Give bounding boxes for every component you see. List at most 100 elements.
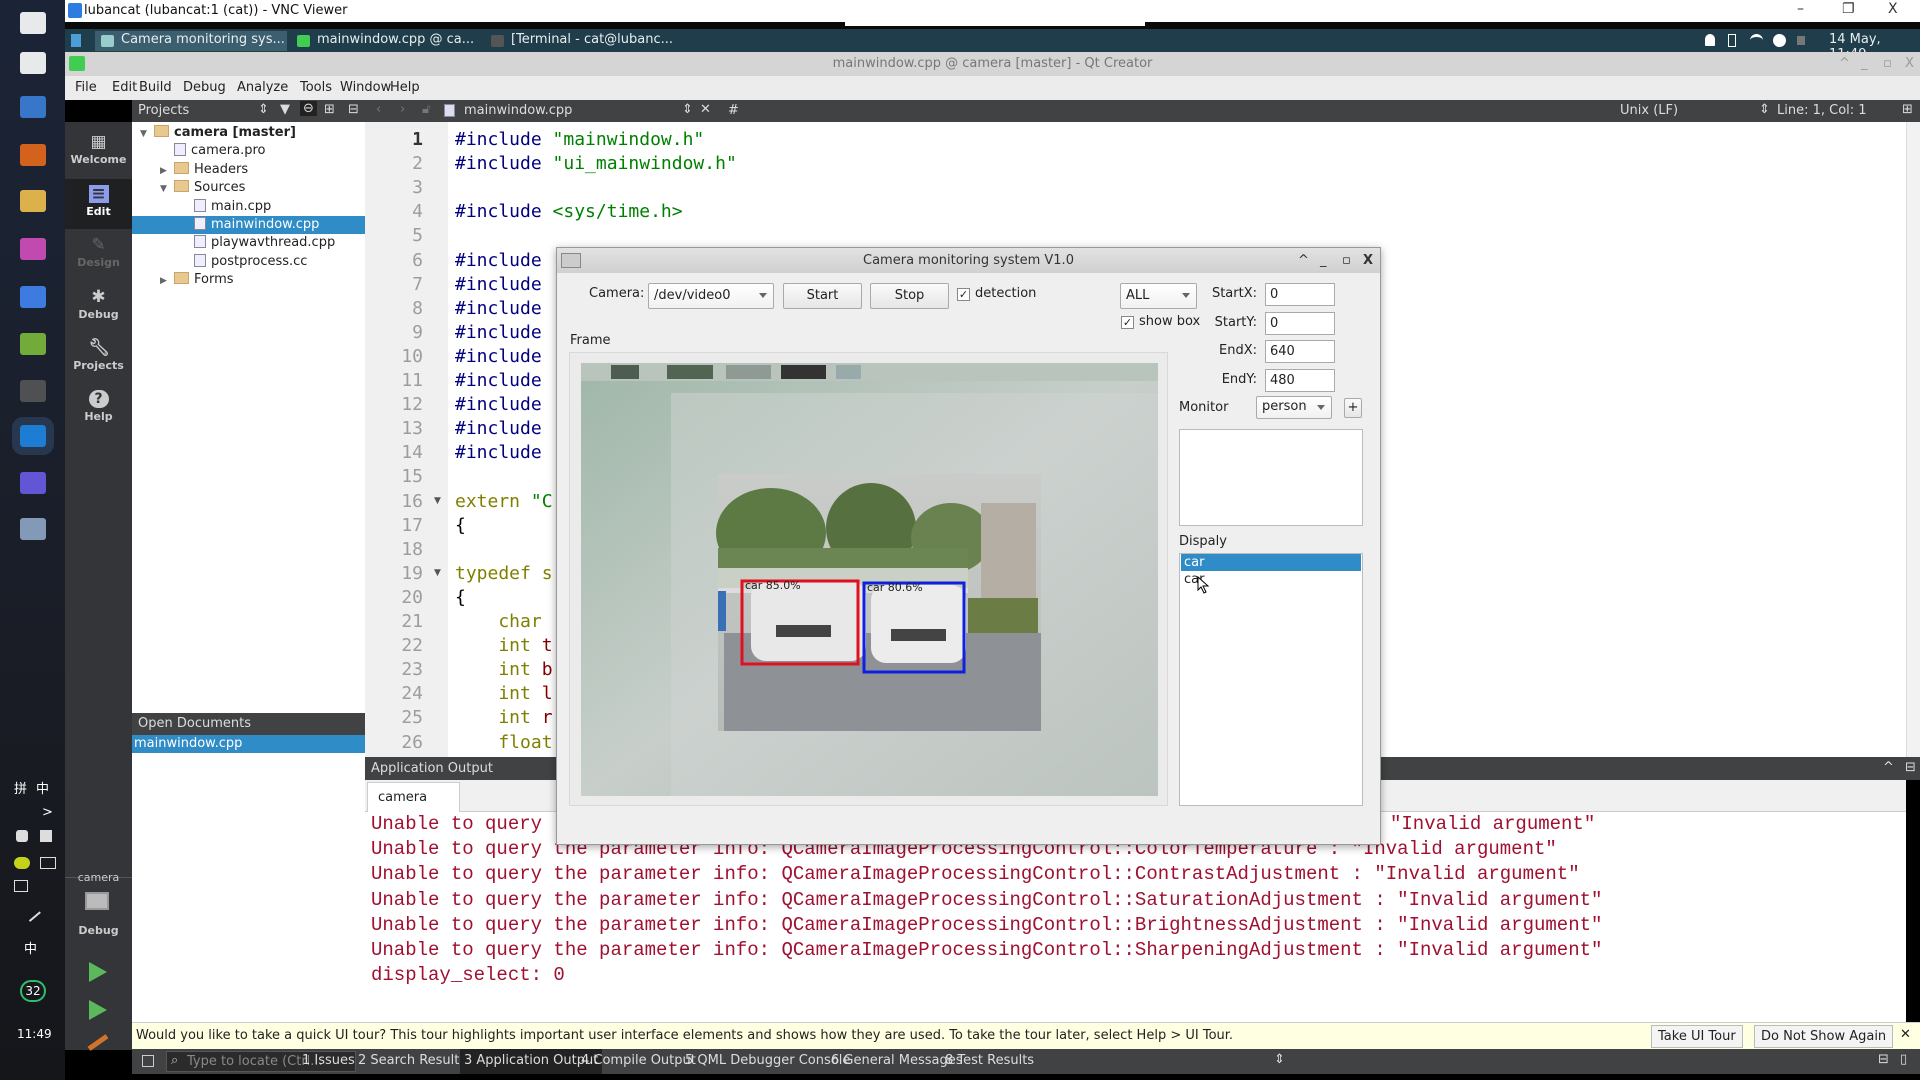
shade-button[interactable]: ^ <box>1839 52 1850 76</box>
ime-chinese-icon[interactable]: 中 <box>36 778 49 797</box>
filter-icon[interactable]: ▼ <box>280 102 290 117</box>
volume-muted-icon[interactable] <box>1797 36 1805 45</box>
kit-selector-monitor-icon[interactable] <box>85 892 109 910</box>
tree-item[interactable]: camera.pro <box>132 142 365 160</box>
starty-input[interactable]: 0 <box>1265 312 1335 335</box>
tree-item[interactable]: ▼ Sources <box>132 179 365 197</box>
progress-toggle-icon[interactable]: ⊟ <box>1878 1052 1889 1067</box>
link-icon[interactable]: ⊖ <box>300 101 317 116</box>
debug-run-icon[interactable] <box>89 1000 107 1020</box>
tree-item[interactable]: ▼ camera [master] <box>132 124 365 142</box>
expand-arrow-icon[interactable]: ▶ <box>160 272 174 290</box>
toggle-sidebar-icon[interactable] <box>142 1055 154 1067</box>
dialog-close-button[interactable]: X <box>1363 248 1373 273</box>
chrome-icon[interactable] <box>20 286 46 308</box>
open-document-item[interactable]: mainwindow.cpp <box>132 735 365 753</box>
fold-arrow-icon[interactable]: ▼ <box>434 568 441 578</box>
pen-icon[interactable] <box>21 902 41 922</box>
notepad-icon[interactable] <box>20 333 46 355</box>
dialog-maximize-button[interactable]: ▫ <box>1342 248 1351 273</box>
menu-help[interactable]: Help <box>390 80 420 95</box>
show-box-checkbox[interactable]: ✓ <box>1121 316 1134 329</box>
qt-minimize-button[interactable]: _ <box>1861 52 1868 76</box>
close-button[interactable]: X <box>1888 1 1898 17</box>
line-ending-dropdown-icon[interactable]: ⇕ <box>1759 102 1770 117</box>
detection-checkbox[interactable]: ✓ <box>957 288 970 301</box>
endy-input[interactable]: 480 <box>1265 369 1335 392</box>
ime-pinyin-icon[interactable]: 拼 <box>14 778 27 797</box>
split-editor-icon[interactable]: ⊞ <box>1902 102 1913 117</box>
wifi-icon[interactable] <box>1750 34 1763 45</box>
open-file-selector[interactable]: mainwindow.cpp <box>464 103 572 118</box>
split-icon[interactable]: ⊞ <box>324 102 335 117</box>
calculator-icon[interactable] <box>20 96 46 118</box>
task-camera-monitoring[interactable]: Camera monitoring sys... <box>95 31 287 51</box>
tree-item[interactable]: ▶ Headers <box>132 161 365 179</box>
line-ending-selector[interactable]: Unix (LF) <box>1620 103 1678 118</box>
photos-icon[interactable] <box>20 472 46 494</box>
symbol-selector[interactable]: # <box>728 103 739 118</box>
vnc-viewer-icon[interactable] <box>12 417 54 455</box>
more-panes-icon[interactable]: ⇕ <box>1274 1052 1285 1067</box>
collapse-pane-icon[interactable]: ^ <box>1883 760 1894 775</box>
class-filter-select[interactable]: ALL <box>1120 283 1197 309</box>
dialog-minimize-button[interactable]: _ <box>1320 248 1327 273</box>
color-app-icon[interactable] <box>20 238 46 260</box>
close-panel-icon[interactable]: ⊟ <box>348 102 359 117</box>
mode-welcome[interactable]: ▦ Welcome <box>65 127 132 177</box>
menu-file[interactable]: File <box>75 80 97 95</box>
take-ui-tour-button[interactable]: Take UI Tour <box>1651 1025 1743 1048</box>
menu-tools[interactable]: Tools <box>300 80 332 95</box>
expand-arrow-icon[interactable]: ▼ <box>160 180 174 198</box>
pane-tab[interactable]: 6 General Messages <box>831 1053 963 1068</box>
forward-icon[interactable]: › <box>400 102 405 117</box>
close-document-icon[interactable]: ✕ <box>700 102 711 117</box>
kit-build-mode[interactable]: Debug <box>65 924 132 937</box>
pane-tab[interactable]: 2 Search Results <box>358 1053 466 1068</box>
menu-build[interactable]: Build <box>139 80 172 95</box>
menu-edit[interactable]: Edit <box>112 80 137 95</box>
tree-item[interactable]: postprocess.cc <box>132 253 365 271</box>
toggle-right-sidebar-icon[interactable]: ▯ <box>1900 1052 1907 1067</box>
terminal-icon[interactable] <box>20 380 46 402</box>
display-icon[interactable] <box>40 857 56 869</box>
startx-input[interactable]: 0 <box>1265 283 1335 306</box>
windows-icon[interactable] <box>20 12 46 34</box>
menu-analyze[interactable]: Analyze <box>237 80 288 95</box>
panel-selector[interactable]: Projects <box>138 103 189 118</box>
mode-projects[interactable]: 🔧︎ Projects <box>65 333 132 383</box>
search-app-icon[interactable] <box>20 144 46 166</box>
file-explorer-icon[interactable] <box>20 190 46 212</box>
pane-tab[interactable]: 1 Issues <box>302 1053 355 1068</box>
cursor-position[interactable]: Line: 1, Col: 1 <box>1777 103 1867 118</box>
tree-item[interactable]: playwavthread.cpp <box>132 234 365 252</box>
camera-icon[interactable] <box>20 518 46 540</box>
monitor-class-select[interactable]: person <box>1256 396 1332 419</box>
tree-item[interactable]: ▶ Forms <box>132 271 365 289</box>
restore-button[interactable]: ❐ <box>1842 1 1855 17</box>
tray-expand-icon[interactable]: > <box>42 805 53 820</box>
microphone-icon[interactable] <box>16 830 28 842</box>
camera-device-select[interactable]: /dev/video0 <box>648 283 774 309</box>
task-terminal[interactable]: [Terminal - cat@lubanc... <box>485 31 695 51</box>
file-dropdown-icon[interactable]: ⇕ <box>682 102 693 117</box>
info-icon[interactable] <box>1773 34 1786 47</box>
pane-tab[interactable]: 8 Test Results <box>945 1053 1034 1068</box>
start-button[interactable]: Start <box>783 283 862 309</box>
pane-tab[interactable]: 5 QML Debugger Console <box>685 1053 850 1068</box>
bell-icon[interactable] <box>1705 34 1715 46</box>
bluetooth-icon[interactable] <box>1728 34 1736 47</box>
tree-item[interactable]: main.cpp <box>132 198 365 216</box>
pane-tab[interactable]: 4 Compile Output <box>581 1053 696 1068</box>
display-list-item[interactable]: car <box>1181 554 1361 571</box>
back-icon[interactable]: ‹ <box>376 102 381 117</box>
fold-arrow-icon[interactable]: ▼ <box>434 496 441 506</box>
endx-input[interactable]: 640 <box>1265 340 1335 363</box>
volume-icon[interactable] <box>14 880 28 892</box>
mode-edit[interactable]: ≡ Edit <box>65 179 132 229</box>
vnc-toolbar-handle[interactable] <box>845 22 1145 26</box>
mode-help[interactable]: ? Help <box>65 384 132 434</box>
build-hammer-icon[interactable] <box>87 1034 109 1051</box>
ime-mode-icon[interactable]: 中 <box>24 938 37 957</box>
app-menu-icon[interactable] <box>71 34 81 47</box>
